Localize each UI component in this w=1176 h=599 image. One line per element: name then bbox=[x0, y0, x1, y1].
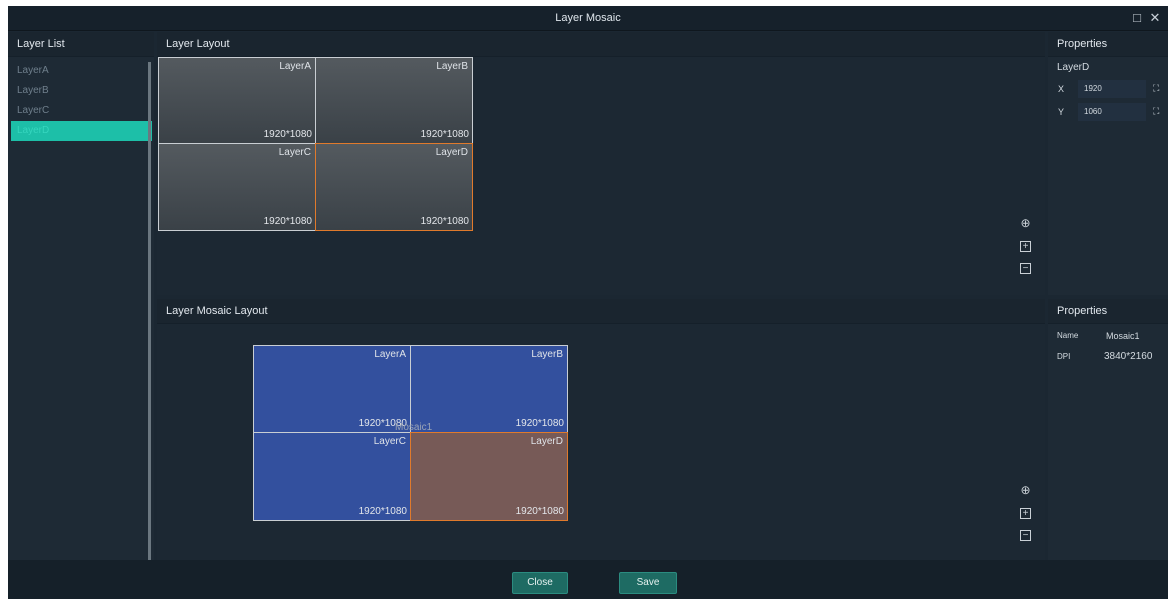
cell-resolution: 1920*1080 bbox=[420, 129, 469, 140]
layer-list-item[interactable]: LayerA bbox=[11, 61, 152, 81]
cell-resolution: 1920*1080 bbox=[358, 506, 407, 517]
close-icon[interactable]: ✕ bbox=[1146, 9, 1164, 27]
cell-name: LayerD bbox=[435, 147, 468, 158]
cell-name: LayerC bbox=[278, 147, 311, 158]
zoom-out-icon[interactable]: − bbox=[1020, 530, 1031, 541]
layer-list-item-selected[interactable]: LayerD bbox=[11, 121, 152, 141]
cell-resolution: 1920*1080 bbox=[420, 216, 469, 227]
zoom-in-icon[interactable]: + bbox=[1020, 241, 1031, 252]
maximize-icon[interactable]: □ bbox=[1128, 9, 1146, 27]
layer-list-scrollbar[interactable] bbox=[148, 62, 151, 560]
save-button[interactable]: Save bbox=[619, 572, 677, 594]
cell-name: LayerA bbox=[374, 349, 406, 360]
layer-list-panel: Layer List LayerA LayerB LayerC LayerD bbox=[8, 32, 154, 560]
properties-panel-layer: Properties LayerD X 1920 ⛶ Y 1060 ⛶ bbox=[1048, 32, 1168, 295]
property-y-input[interactable]: 1060 bbox=[1078, 103, 1146, 121]
cell-resolution: 1920*1080 bbox=[263, 216, 312, 227]
cell-name: LayerB bbox=[436, 61, 468, 72]
center-icon[interactable]: ⊕ bbox=[1019, 217, 1032, 230]
property-name-label: Name bbox=[1057, 331, 1079, 340]
zoom-in-icon[interactable]: + bbox=[1020, 508, 1031, 519]
layer-layout-header: Layer Layout bbox=[157, 32, 1045, 57]
link-icon[interactable]: ⛶ bbox=[1153, 83, 1159, 94]
property-dpi-value: 3840*2160 bbox=[1104, 351, 1153, 362]
cell-resolution: 1920*1080 bbox=[263, 129, 312, 140]
properties-header: Properties bbox=[1048, 299, 1168, 324]
zoom-out-icon[interactable]: − bbox=[1020, 263, 1031, 274]
link-icon[interactable]: ⛶ bbox=[1153, 106, 1159, 117]
footer-bar bbox=[8, 560, 1168, 599]
cell-resolution: 1920*1080 bbox=[515, 506, 564, 517]
mosaic-cell-c[interactable]: LayerC 1920*1080 bbox=[253, 432, 411, 521]
cell-name: LayerD bbox=[530, 436, 563, 447]
mosaic-layout-header: Layer Mosaic Layout bbox=[157, 299, 1045, 324]
property-x-label: X bbox=[1058, 84, 1065, 94]
mosaic-cell-b[interactable]: LayerB 1920*1080 bbox=[410, 345, 568, 433]
layer-layout-canvas[interactable]: LayerA 1920*1080 LayerB 1920*1080 LayerC… bbox=[157, 57, 1045, 295]
center-icon[interactable]: ⊕ bbox=[1019, 484, 1032, 497]
layer-mosaic-window: Layer Mosaic □ ✕ Layer List LayerA Layer… bbox=[8, 6, 1168, 599]
cell-name: LayerB bbox=[531, 349, 563, 360]
layer-list-header: Layer List bbox=[8, 32, 154, 57]
property-name-value: Mosaic1 bbox=[1106, 331, 1140, 341]
mosaic-cell-d-selected[interactable]: LayerD 1920*1080 bbox=[410, 432, 568, 521]
property-x-input[interactable]: 1920 bbox=[1078, 80, 1146, 98]
layer-list-item[interactable]: LayerC bbox=[11, 101, 152, 121]
layer-cell-d-selected[interactable]: LayerD 1920*1080 bbox=[315, 143, 473, 231]
property-layer-name: LayerD bbox=[1057, 62, 1090, 73]
cell-name: LayerA bbox=[279, 61, 311, 72]
mosaic-layout-canvas[interactable]: LayerA 1920*1080 LayerB 1920*1080 LayerC… bbox=[157, 324, 1045, 560]
cell-resolution: 1920*1080 bbox=[515, 418, 564, 429]
close-button[interactable]: Close bbox=[512, 572, 568, 594]
property-dpi-label: DPI bbox=[1057, 352, 1071, 361]
mosaic-layout-panel: Layer Mosaic Layout LayerA 1920*1080 Lay… bbox=[157, 299, 1045, 560]
mosaic-name-label: Mosaic1 bbox=[395, 422, 433, 433]
layer-list-item[interactable]: LayerB bbox=[11, 81, 152, 101]
property-y-label: Y bbox=[1058, 107, 1065, 117]
layer-cell-a[interactable]: LayerA 1920*1080 bbox=[158, 57, 316, 144]
layer-cell-b[interactable]: LayerB 1920*1080 bbox=[315, 57, 473, 144]
cell-name: LayerC bbox=[373, 436, 406, 447]
mosaic-cell-a[interactable]: LayerA 1920*1080 bbox=[253, 345, 411, 433]
properties-header: Properties bbox=[1048, 32, 1168, 57]
window-title: Layer Mosaic bbox=[555, 12, 621, 24]
properties-panel-mosaic: Properties Name Mosaic1 DPI 3840*2160 bbox=[1048, 299, 1168, 560]
layer-cell-c[interactable]: LayerC 1920*1080 bbox=[158, 143, 316, 231]
layer-layout-panel: Layer Layout LayerA 1920*1080 LayerB 192… bbox=[157, 32, 1045, 295]
title-bar: Layer Mosaic □ ✕ bbox=[8, 6, 1168, 31]
